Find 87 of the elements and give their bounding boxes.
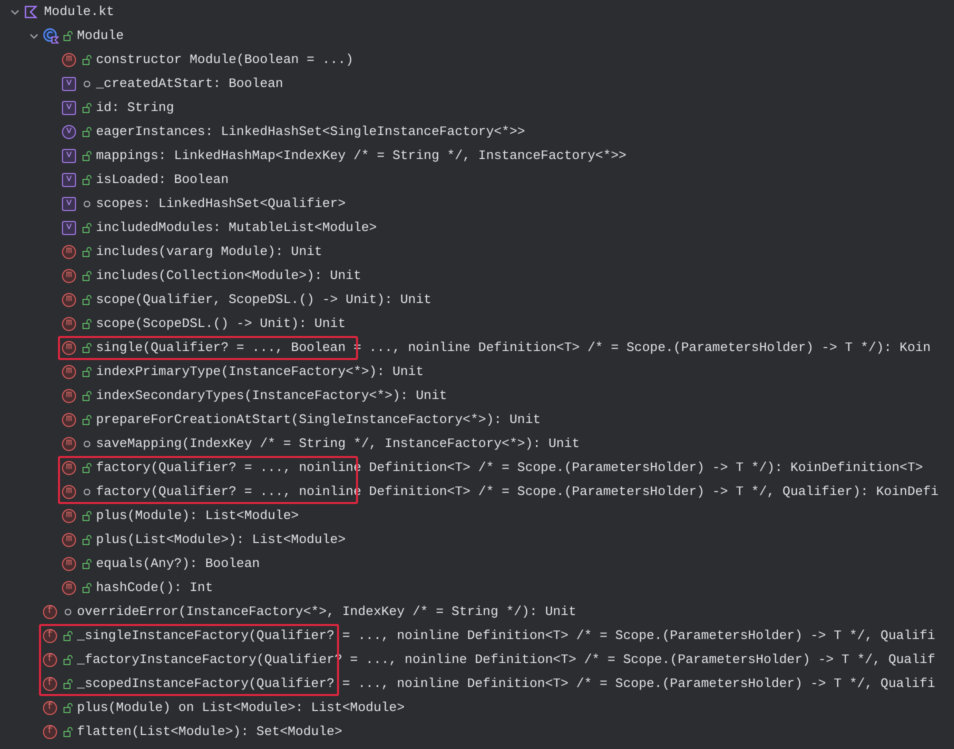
member-label: equals(Any?): Boolean (96, 555, 260, 574)
property-icon: v (62, 197, 76, 211)
member-label: Module.kt (44, 3, 114, 22)
tree-row[interactable]: m includes(Collection<Module>): Unit (0, 264, 954, 288)
tree-row[interactable]: m hashCode(): Int (0, 576, 954, 600)
function-icon: f (43, 701, 57, 715)
member-label: prepareForCreationAtStart(SingleInstanceFactory<*>): Unit (96, 411, 541, 430)
member-label: mappings: LinkedHashMap<IndexKey /* = String */, InstanceFactory<*>> (96, 147, 626, 166)
method-icon: m (62, 581, 76, 595)
tree-row[interactable]: m scope(ScopeDSL.() -> Unit): Unit (0, 312, 954, 336)
tree-row[interactable]: m plus(List<Module>): List<Module> (0, 528, 954, 552)
tree-row[interactable]: f plus(Module) on List<Module>: List<Module> (0, 696, 954, 720)
tree-row[interactable]: Module (0, 24, 954, 48)
member-label: constructor Module(Boolean = ...) (96, 51, 354, 70)
method-icon: m (62, 557, 76, 571)
member-label: flatten(List<Module>): Set<Module> (77, 723, 342, 742)
member-label: _singleInstanceFactory(Qualifier? = ..., noinline Definition<T> /* = Scope.(ParametersHolder) -> T */, Qualifi (77, 627, 936, 646)
member-label: includes(Collection<Module>): Unit (96, 267, 362, 286)
property-icon: v (62, 77, 76, 91)
class-icon (43, 28, 59, 44)
method-icon: m (62, 437, 76, 451)
tree-row[interactable]: m scope(Qualifier, ScopeDSL.() -> Unit): Unit (0, 288, 954, 312)
function-icon: f (43, 629, 57, 643)
tree-row[interactable]: m indexPrimaryType(InstanceFactory<*>): Unit (0, 360, 954, 384)
member-label: _createdAtStart: Boolean (96, 75, 284, 94)
tree-row[interactable]: v scopes: LinkedHashSet<Qualifier> (0, 192, 954, 216)
tree-row[interactable]: f _singleInstanceFactory(Qualifier? = ..., noinline Definition<T> /* = Scope.(ParametersHolder) -> T */, Qualifi (0, 624, 954, 648)
property-icon: v (62, 173, 76, 187)
tree-row[interactable]: v mappings: LinkedHashMap<IndexKey /* = String */, InstanceFactory<*>> (0, 144, 954, 168)
member-label: eagerInstances: LinkedHashSet<SingleInstanceFactory<*>> (96, 123, 526, 142)
method-icon: m (62, 389, 76, 403)
tree-row[interactable]: v eagerInstances: LinkedHashSet<SingleInstanceFactory<*>> (0, 120, 954, 144)
tree-row[interactable]: m indexSecondaryTypes(InstanceFactory<*>): Unit (0, 384, 954, 408)
tree-row[interactable]: m prepareForCreationAtStart(SingleInstanceFactory<*>): Unit (0, 408, 954, 432)
tree-row[interactable]: v includedModules: MutableList<Module> (0, 216, 954, 240)
member-label: plus(List<Module>): List<Module> (96, 531, 346, 550)
member-label: scopes: LinkedHashSet<Qualifier> (96, 195, 346, 214)
method-icon: m (62, 269, 76, 283)
variable-icon: v (62, 125, 76, 139)
member-label: id: String (96, 99, 174, 118)
function-icon: f (43, 725, 57, 739)
member-label: includes(vararg Module): Unit (96, 243, 322, 262)
tree-row[interactable]: f flatten(List<Module>): Set<Module> (0, 720, 954, 744)
function-icon: f (43, 653, 57, 667)
member-label: saveMapping(IndexKey /* = String */, InstanceFactory<*>): Unit (96, 435, 580, 454)
property-icon: v (62, 221, 76, 235)
tree-row[interactable]: v _createdAtStart: Boolean (0, 72, 954, 96)
member-label: scope(Qualifier, ScopeDSL.() -> Unit): Unit (96, 291, 432, 310)
chevron-icon[interactable] (29, 31, 39, 41)
property-icon: v (62, 149, 76, 163)
tree-row[interactable]: Module.kt (0, 0, 954, 24)
member-label: indexPrimaryType(InstanceFactory<*>): Unit (96, 363, 424, 382)
tree-row[interactable]: f _scopedInstanceFactory(Qualifier? = ..., noinline Definition<T> /* = Scope.(ParametersHolder) -> T */, Qualifi (0, 672, 954, 696)
member-label: hashCode(): Int (96, 579, 214, 598)
method-icon: m (62, 461, 76, 475)
property-icon: v (62, 101, 76, 115)
method-icon: m (62, 485, 76, 499)
member-label: isLoaded: Boolean (96, 171, 229, 190)
method-icon: m (62, 293, 76, 307)
method-icon: m (62, 53, 76, 67)
tree-row[interactable]: m plus(Module): List<Module> (0, 504, 954, 528)
member-label: scope(ScopeDSL.() -> Unit): Unit (96, 315, 346, 334)
method-icon: m (62, 341, 76, 355)
chevron-icon[interactable] (10, 7, 20, 17)
member-label: Module (77, 27, 124, 46)
method-icon: m (62, 413, 76, 427)
tree-row[interactable]: m equals(Any?): Boolean (0, 552, 954, 576)
method-icon: m (62, 509, 76, 523)
tree-row[interactable]: f overrideError(InstanceFactory<*>, IndexKey /* = String */): Unit (0, 600, 954, 624)
member-label: overrideError(InstanceFactory<*>, IndexKey /* = String */): Unit (77, 603, 576, 622)
member-label: _scopedInstanceFactory(Qualifier? = ..., noinline Definition<T> /* = Scope.(ParametersHolder) -> T */, Qualifi (77, 675, 936, 694)
tree-row[interactable]: m includes(vararg Module): Unit (0, 240, 954, 264)
kotlin-file-icon (24, 5, 38, 19)
member-label: includedModules: MutableList<Module> (96, 219, 377, 238)
function-icon: f (43, 605, 57, 619)
member-label: plus(Module) on List<Module>: List<Module> (77, 699, 405, 718)
function-icon: f (43, 677, 57, 691)
tree-row[interactable]: v id: String (0, 96, 954, 120)
method-icon: m (62, 365, 76, 379)
method-icon: m (62, 317, 76, 331)
tree-row[interactable]: m constructor Module(Boolean = ...) (0, 48, 954, 72)
member-label: plus(Module): List<Module> (96, 507, 299, 526)
member-label: indexSecondaryTypes(InstanceFactory<*>): Unit (96, 387, 448, 406)
tree-row[interactable]: v isLoaded: Boolean (0, 168, 954, 192)
method-icon: m (62, 533, 76, 547)
method-icon: m (62, 245, 76, 259)
tree-row[interactable]: m saveMapping(IndexKey /* = String */, InstanceFactory<*>): Unit (0, 432, 954, 456)
